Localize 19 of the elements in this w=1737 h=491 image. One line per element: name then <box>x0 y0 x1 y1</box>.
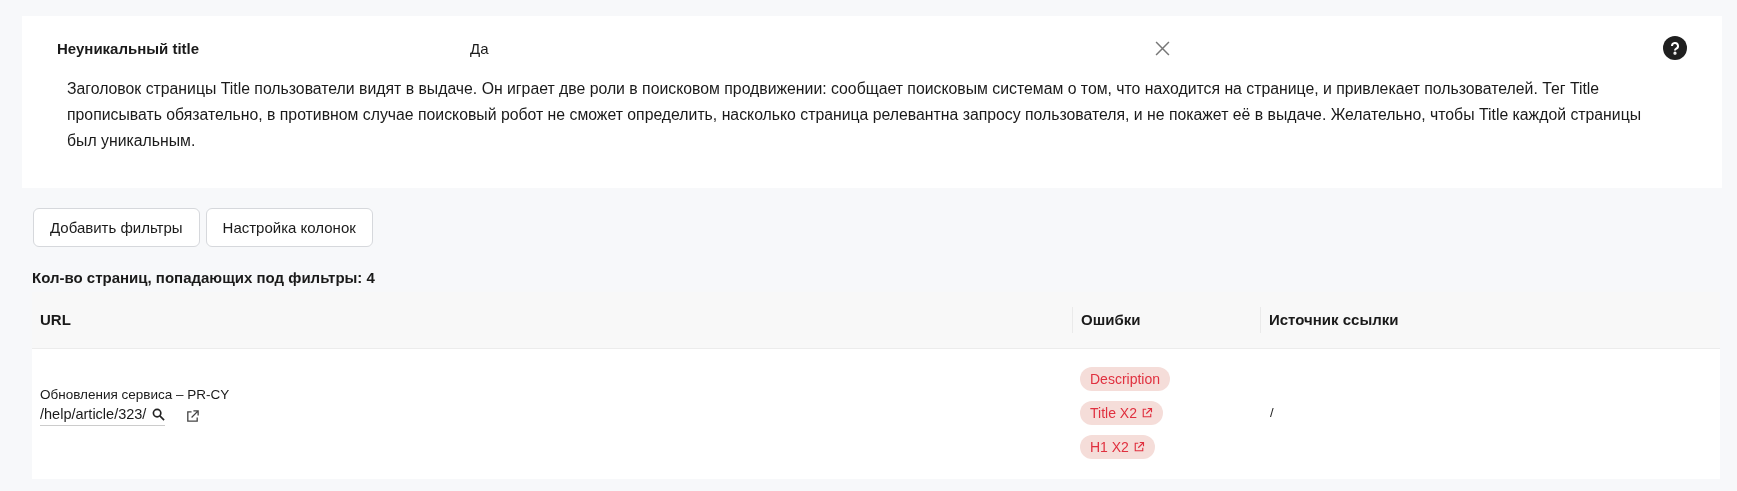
url-link[interactable]: /help/article/323/ <box>40 406 166 426</box>
source-link[interactable]: / <box>1270 405 1274 420</box>
external-link-icon[interactable] <box>185 408 201 424</box>
column-header: Источник ссылки <box>1260 307 1720 333</box>
issue-description: Заголовок страницы Title пользователи видят в выдаче. Он играет две роли в поисковом продвижении: сообщает поисковым системам о том, что находится на странице, и привлекает пользователей. Тег Title прописывать обязательно, в противном случае поисковый робот не сможет определить, насколько страница релевантна запросу пользователя, и не покажет её в выдаче. Желательно, чтобы Title каждой страницы был уникальным. <box>67 79 1643 151</box>
column-header: URL <box>39 310 72 330</box>
toolbar-button[interactable]: Добавить фильтры <box>33 208 200 247</box>
issue-value: Да <box>470 39 490 57</box>
issue-title: Неуникальный title <box>57 39 201 57</box>
help-icon[interactable] <box>1663 36 1687 60</box>
page-title: Обновления сервиса – PR-CY <box>40 387 230 402</box>
error-tag[interactable]: Title X2 <box>1080 401 1163 425</box>
page-count: Кол-во страниц, попадающих под фильтры: 4 <box>32 269 376 286</box>
error-tag[interactable]: Description <box>1080 367 1171 391</box>
error-tag[interactable]: H1 X2 <box>1080 435 1155 459</box>
search-icon[interactable] <box>152 407 166 421</box>
toolbar-button[interactable]: Настройка колонок <box>205 208 373 247</box>
close-icon[interactable] <box>1155 40 1170 56</box>
column-header: Ошибки <box>1072 307 1260 333</box>
